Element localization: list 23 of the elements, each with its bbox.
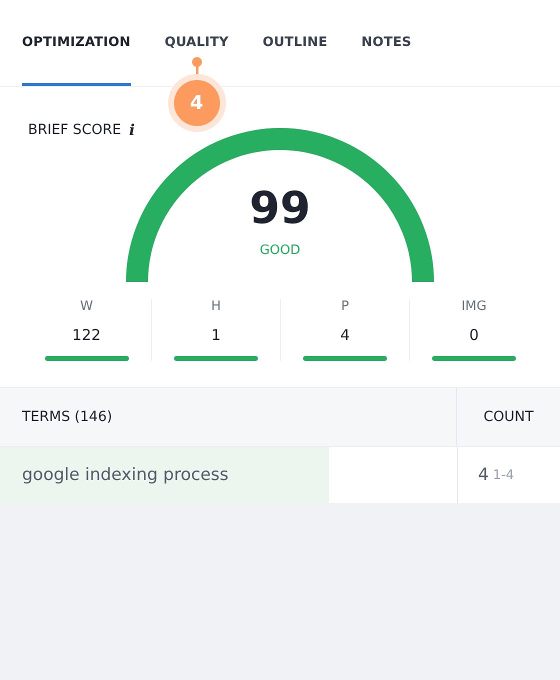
metric-value: 4 [340, 326, 350, 344]
metric-label: P [341, 299, 349, 314]
metric-value: 0 [469, 326, 479, 344]
score-rating: GOOD [260, 243, 300, 258]
section-label: BRIEF SCORE [28, 122, 122, 138]
metric-value: 122 [72, 326, 101, 344]
count-cell: 4 [478, 465, 489, 485]
tab[interactable]: OPTIMIZATION [22, 0, 131, 52]
tab[interactable]: NOTES [361, 0, 412, 52]
tab[interactable]: QUALITY [164, 0, 229, 52]
term-cell-text: google indexing process [21, 465, 228, 485]
metric-label: H [211, 299, 221, 314]
info-icon[interactable]: i [129, 121, 135, 139]
metric-label: W [80, 299, 93, 314]
metric-label: IMG [461, 299, 487, 314]
column-header: TERMS (146) [22, 409, 112, 425]
metric-value: 1 [211, 326, 221, 344]
count-range: 1-4 [492, 468, 514, 482]
pin-icon [190, 56, 204, 76]
score-value: 99 [249, 187, 311, 231]
tab[interactable]: OUTLINE [262, 0, 328, 52]
count-badge: 4 [174, 80, 220, 126]
column-header: COUNT [483, 409, 534, 425]
